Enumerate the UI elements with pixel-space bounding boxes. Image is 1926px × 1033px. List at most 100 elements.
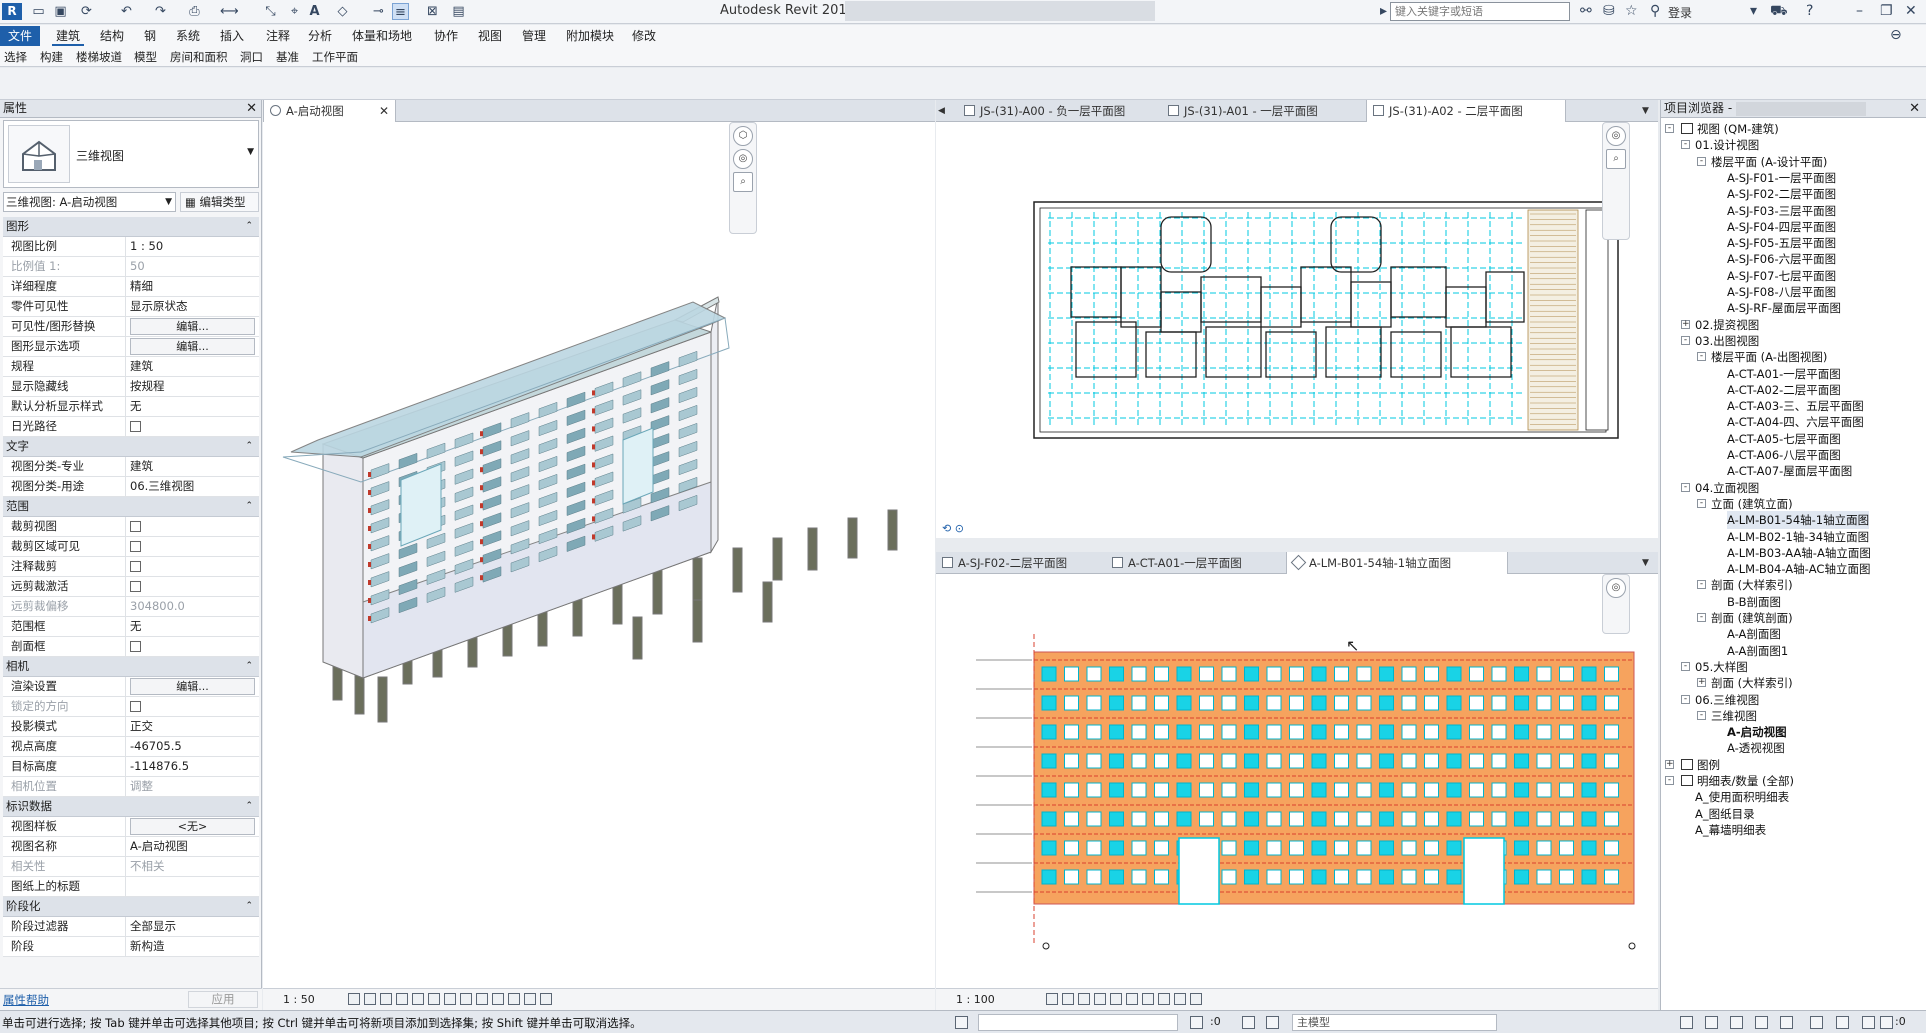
browser-item[interactable]: 剖面 (大样索引) — [1711, 576, 1793, 594]
collapse-icon[interactable]: - — [1665, 124, 1674, 133]
property-value[interactable]: 全部显示 — [126, 917, 259, 936]
drag-elements-icon[interactable] — [1780, 1016, 1793, 1029]
browser-item[interactable]: 楼层平面 (A-出图视图) — [1711, 348, 1827, 366]
type-selector[interactable]: 三维视图 ▼ — [3, 120, 259, 188]
detail-level-icon[interactable] — [348, 993, 360, 1005]
show-crop-icon[interactable] — [460, 993, 472, 1005]
browser-item[interactable]: A-SJ-F01-一层平面图 — [1727, 169, 1836, 187]
collapse-icon[interactable]: ⌃ — [245, 797, 253, 816]
dropdown-arrow-icon[interactable]: ▾ — [1750, 3, 1757, 20]
background-icon[interactable] — [1862, 1016, 1875, 1029]
checkbox[interactable] — [130, 641, 141, 652]
zoom-region-icon[interactable]: ⌕ — [733, 172, 753, 192]
browser-item[interactable]: A-CT-A07-屋面层平面图 — [1727, 462, 1852, 480]
browser-item[interactable]: 三维视图 — [1711, 707, 1757, 725]
property-group-header[interactable]: 图形 ⌃ — [3, 217, 259, 237]
checkbox[interactable] — [130, 521, 141, 532]
property-value[interactable]: 无 — [126, 397, 259, 416]
checkbox[interactable] — [130, 561, 141, 572]
design-option-combo[interactable]: 主模型 — [1292, 1014, 1497, 1031]
edit-type-button[interactable]: ▦ 编辑类型 — [180, 192, 259, 212]
browser-item[interactable]: A_幕墙明细表 — [1695, 821, 1766, 839]
expand-icon[interactable]: + — [1681, 319, 1690, 329]
browser-item[interactable]: 04.立面视图 — [1695, 479, 1759, 497]
thin-lines-icon[interactable]: ≡ — [392, 3, 409, 20]
browser-item[interactable]: 05.大样图 — [1695, 658, 1748, 676]
collapse-icon[interactable]: - — [1681, 335, 1690, 345]
highlight-displacement-icon[interactable] — [540, 993, 552, 1005]
expand-icon[interactable]: + — [1697, 678, 1706, 688]
browser-item[interactable]: A-SJ-F04-四层平面图 — [1727, 218, 1836, 236]
search-input[interactable]: 键入关键字或短语 — [1390, 2, 1570, 21]
render-icon[interactable] — [412, 993, 424, 1005]
collapse-icon[interactable]: ⌃ — [245, 437, 253, 456]
tab-systems[interactable]: 系统 — [172, 28, 204, 44]
checkbox[interactable] — [130, 541, 141, 552]
checkbox[interactable] — [130, 421, 141, 432]
sun-path-icon[interactable] — [1078, 993, 1090, 1005]
tab-manage[interactable]: 管理 — [518, 28, 550, 44]
user-icon[interactable]: ⚲ — [1650, 3, 1660, 20]
visual-style-icon[interactable] — [364, 993, 376, 1005]
switch-windows-icon[interactable]: ▤ — [450, 3, 467, 20]
panel-datum[interactable]: 基准 — [276, 49, 299, 65]
property-group-header[interactable]: 标识数据 ⌃ — [3, 797, 259, 817]
cart-icon[interactable]: ⛟ — [1770, 3, 1788, 20]
collapse-icon[interactable]: - — [1681, 661, 1690, 671]
property-value[interactable]: 06.三维视图 — [126, 477, 259, 496]
property-value[interactable]: -114876.5 — [126, 757, 259, 776]
browser-item[interactable]: 楼层平面 (A-设计平面) — [1711, 153, 1827, 171]
browser-item[interactable]: 视图 (QM-建筑) — [1697, 120, 1779, 138]
close-window-icon[interactable]: ✕ — [1905, 3, 1917, 20]
viewcube-icon[interactable]: ⬡ — [733, 126, 753, 146]
editable-only-icon[interactable] — [1266, 1016, 1279, 1029]
show-crop-icon[interactable] — [1126, 993, 1138, 1005]
property-value[interactable]: 新构造 — [126, 937, 259, 956]
redo-icon[interactable]: ↷ — [152, 3, 169, 20]
close-hidden-icon[interactable]: ⊠ — [424, 3, 441, 20]
sync-icon[interactable]: ⟳ — [78, 3, 95, 20]
select-pinned-icon[interactable] — [1730, 1016, 1743, 1029]
view-elevation-canvas[interactable]: ◎ ↖ — [936, 574, 1658, 988]
dropdown-arrow-icon[interactable]: ▼ — [165, 193, 172, 211]
tab-plan-ct-a01[interactable]: A-CT-A01-一层平面图 — [1106, 552, 1282, 574]
checkbox[interactable] — [130, 581, 141, 592]
property-group-header[interactable]: 阶段化 ⌃ — [3, 897, 259, 917]
pin-icon[interactable]: ⟲ ⊙ — [942, 522, 964, 535]
tab-plan-a00[interactable]: JS-(31)-A00 - 负一层平面图 — [958, 100, 1158, 122]
edit-button[interactable]: 编辑... — [130, 318, 255, 335]
login-button[interactable]: 登录 — [1668, 4, 1692, 21]
chevron-right-icon[interactable]: ▸ — [1380, 3, 1387, 20]
collapse-icon[interactable]: - — [1681, 140, 1690, 150]
property-group-header[interactable]: 范围 ⌃ — [3, 497, 259, 517]
filter-icon[interactable] — [1880, 1016, 1893, 1029]
property-edit-button[interactable]: 编辑... — [126, 317, 259, 336]
reveal-hidden-icon[interactable] — [492, 993, 504, 1005]
collapse-icon[interactable]: - — [1697, 580, 1706, 590]
property-checkbox[interactable] — [126, 637, 259, 656]
panel-work-plane[interactable]: 工作平面 — [312, 49, 358, 65]
property-edit-button[interactable]: 编辑... — [126, 337, 259, 356]
collapse-icon[interactable]: - — [1697, 613, 1706, 622]
browser-item[interactable]: A-LM-B02-1轴-34轴立面图 — [1727, 528, 1869, 546]
browser-item[interactable]: 02.提资视图 — [1695, 316, 1759, 334]
panel-room-area[interactable]: 房间和面积 — [170, 49, 228, 65]
property-value[interactable]: 建筑 — [126, 357, 259, 376]
browser-item[interactable]: 06.三维视图 — [1695, 691, 1759, 709]
favorites-star-icon[interactable]: ☆ — [1625, 3, 1638, 20]
instance-selector[interactable]: 三维视图: A-启动视图 ▼ — [3, 192, 176, 212]
property-value[interactable]: A-启动视图 — [126, 837, 259, 856]
workset-combo[interactable] — [978, 1014, 1178, 1031]
property-value[interactable]: 按规程 — [126, 377, 259, 396]
crop-view-icon[interactable] — [1110, 993, 1122, 1005]
tab-view[interactable]: 视图 — [474, 28, 506, 44]
property-checkbox[interactable] — [126, 517, 259, 536]
analytical-model-icon[interactable] — [524, 993, 536, 1005]
browser-item[interactable]: A_图纸目录 — [1695, 805, 1755, 823]
worksets-icon[interactable] — [955, 1016, 968, 1029]
property-value[interactable]: 建筑 — [126, 457, 259, 476]
panel-opening[interactable]: 洞口 — [240, 49, 263, 65]
tab-file[interactable]: 文件 — [0, 26, 41, 46]
apply-button[interactable]: 应用 — [188, 991, 258, 1008]
tab-list-dropdown-icon[interactable]: ▼ — [1642, 100, 1649, 122]
